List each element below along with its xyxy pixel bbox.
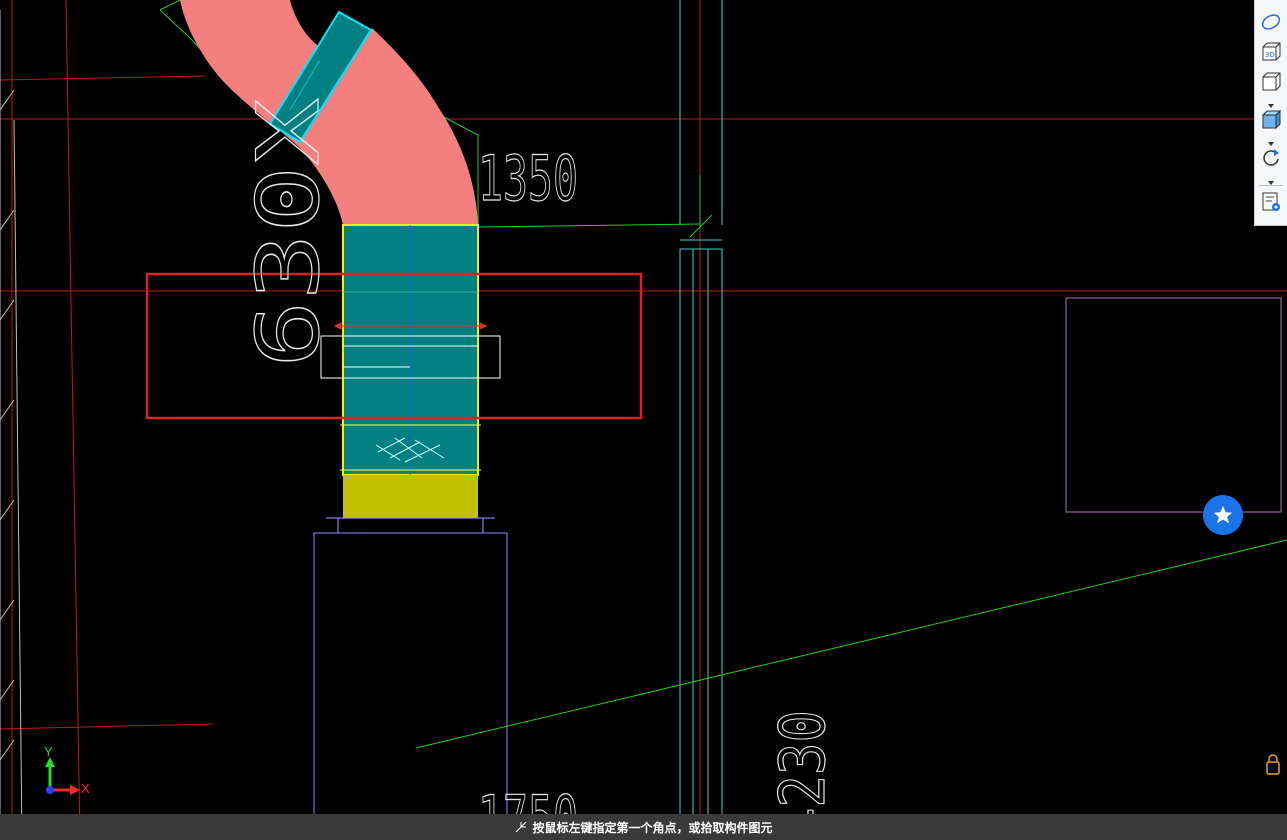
chevron-down-icon[interactable] <box>1266 174 1276 185</box>
lock-icon[interactable] <box>1265 752 1281 776</box>
star-icon <box>1213 505 1233 524</box>
red-grid-lines <box>0 0 1287 840</box>
layer-display-icon[interactable] <box>1259 190 1283 214</box>
chevron-down-icon[interactable] <box>1266 97 1276 108</box>
right-equipment-box[interactable] <box>1065 297 1282 513</box>
wall-hatching <box>0 10 23 840</box>
view-3d-label: 3D <box>1265 51 1275 59</box>
yellow-reducer[interactable] <box>343 475 478 518</box>
rotate-icon[interactable] <box>1259 146 1283 170</box>
command-prompt: 按鼠标左键指定第一个角点，或拾取构件图元 <box>532 820 773 835</box>
vertical-pipe-lines <box>679 0 723 840</box>
view-3d-icon[interactable]: 3D <box>1259 40 1283 64</box>
axis-x-label: X <box>81 781 90 796</box>
box-view-icon[interactable] <box>1259 70 1283 94</box>
dim-text-top: 1350 <box>478 142 578 215</box>
dim-text-left: 630X <box>239 98 339 368</box>
cad-drawing-canvas[interactable]: 1350 630X 4230 1750 <box>0 0 1287 840</box>
crosshair-cursor-icon <box>516 821 527 833</box>
view-toolbar: 3D <box>1254 0 1287 226</box>
chevron-down-icon[interactable] <box>1266 135 1276 146</box>
shaded-cube-icon[interactable] <box>1259 108 1283 132</box>
favorite-star-button[interactable] <box>1203 495 1243 535</box>
command-status-bar: 按鼠标左键指定第一个角点，或拾取构件图元 <box>0 814 1287 840</box>
axis-y-label: Y <box>44 744 53 759</box>
toolbar-divider <box>1259 185 1283 186</box>
orbit-icon[interactable] <box>1259 10 1283 34</box>
